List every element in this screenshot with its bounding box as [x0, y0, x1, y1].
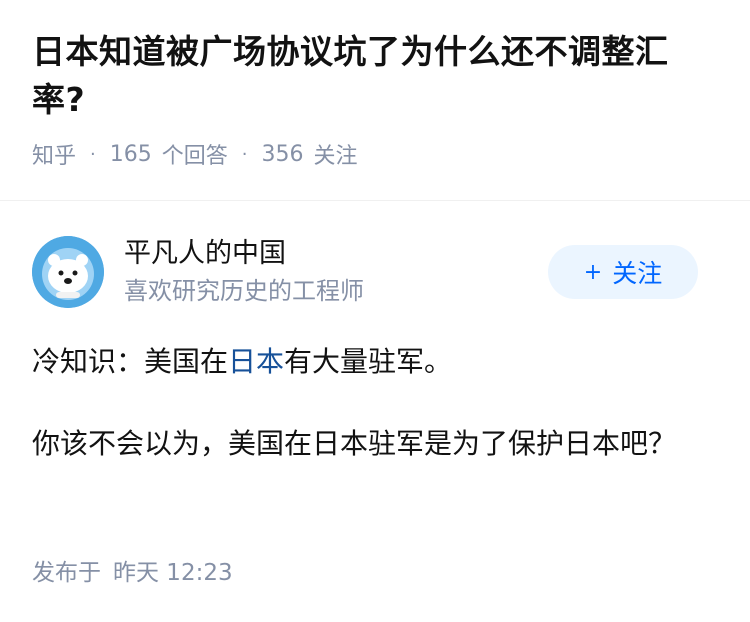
- question-header: 日本知道被广场协议坑了为什么还不调整汇率? 知乎 · 165 个回答 · 356…: [0, 0, 750, 170]
- question-meta: 知乎 · 165 个回答 · 356 关注: [32, 138, 718, 170]
- author-info: 平凡人的中国 喜欢研究历史的工程师: [124, 236, 548, 308]
- avatar-image: [32, 236, 104, 308]
- author-name[interactable]: 平凡人的中国: [124, 236, 548, 272]
- source-label[interactable]: 知乎: [32, 138, 76, 170]
- answer-paragraph: 冷知识：美国在日本有大量驻军。: [32, 338, 718, 386]
- author-bio: 喜欢研究历史的工程师: [124, 277, 364, 305]
- separator-dot: ·: [90, 143, 96, 165]
- answer-content: 冷知识：美国在日本有大量驻军。 你该不会以为，美国在日本驻军是为了保护日本吧？: [32, 338, 718, 468]
- separator-dot: ·: [241, 143, 248, 165]
- followers-count: 356: [261, 141, 304, 167]
- follow-button[interactable]: + 关注: [548, 245, 698, 299]
- answer-text: 有大量驻军。: [284, 345, 453, 378]
- publish-date: 昨天 12:23: [113, 560, 233, 586]
- answers-label[interactable]: 个回答: [162, 138, 228, 170]
- avatar[interactable]: [32, 236, 104, 308]
- answers-count: 165: [109, 141, 152, 167]
- topic-link[interactable]: 日本: [228, 345, 284, 378]
- answer-text: 冷知识：美国在: [32, 345, 229, 378]
- question-title[interactable]: 日本知道被广场协议坑了为什么还不调整汇率?: [32, 28, 718, 124]
- author-row: 平凡人的中国 喜欢研究历史的工程师 + 关注: [32, 236, 698, 308]
- answer-paragraph: 你该不会以为，美国在日本驻军是为了保护日本吧？: [32, 427, 677, 460]
- publish-label: 发布于: [32, 560, 101, 586]
- divider: [0, 200, 750, 201]
- publish-time: 发布于 昨天 12:23: [32, 553, 233, 587]
- followers-label[interactable]: 关注: [314, 138, 358, 170]
- plus-icon: +: [583, 259, 603, 285]
- follow-label: 关注: [612, 259, 663, 288]
